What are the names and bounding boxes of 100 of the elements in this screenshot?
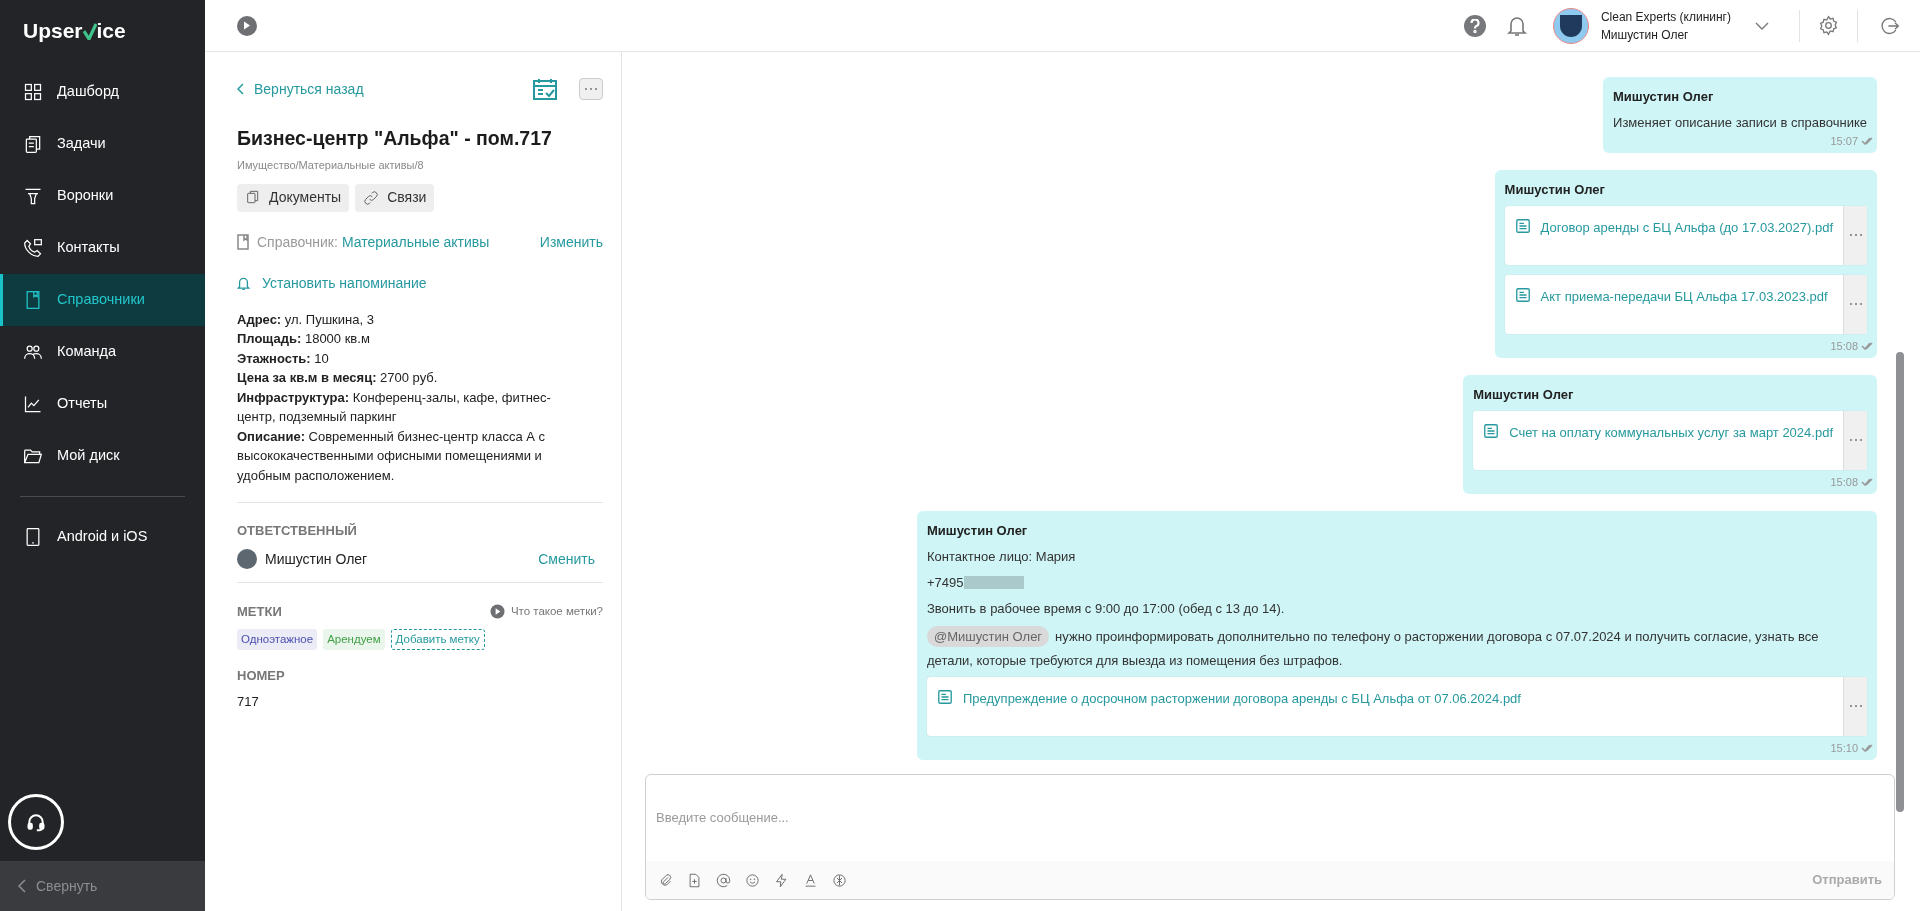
directory-label: Справочник: — [257, 232, 338, 252]
directory-link[interactable]: Материальные активы — [341, 231, 490, 253]
smiley-icon[interactable] — [745, 872, 760, 888]
tab-button[interactable]: Связи — [355, 183, 435, 212]
more-icon — [1848, 704, 1863, 708]
field-text: Цена за кв.м в месяц: 2700 руб. — [237, 369, 439, 388]
reminder-link[interactable]: Установить напоминание — [237, 272, 427, 294]
message-text: @Мишустин Олег нужно проинформировать дополнительно по телефону о расторжении договора с 07.07.2024 и получить согласие, узнать все детали, которые требуются для выезда из помещения без штрафов. — [927, 624, 1867, 673]
number-value: 717 — [237, 692, 260, 711]
file-link[interactable]: Предупреждение о досрочном расторжении договора аренды с БЦ Альфа от 07.06.2024.pdf — [963, 688, 1521, 708]
notification-bell-icon[interactable] — [1506, 14, 1527, 37]
phone-number: +7495 — [927, 573, 964, 592]
sidebar-item[interactable]: Отчеты — [0, 378, 205, 430]
more-icon — [1848, 438, 1863, 442]
line-chart-icon — [23, 394, 43, 414]
settings-icon[interactable] — [1818, 15, 1839, 36]
more-icon — [1848, 233, 1863, 237]
file-attachment[interactable]: Акт приема-передачи БЦ Альфа 17.03.2023.pdf — [1504, 274, 1867, 334]
add-tag-button[interactable]: Добавить метку — [390, 629, 485, 651]
company-name: Clean Experts (клининг) — [1600, 8, 1731, 26]
record-title: Бизнес-центр "Альфа" - пом.717 — [237, 126, 553, 151]
change-link[interactable]: Сменить — [538, 548, 595, 570]
play-icon — [489, 604, 505, 619]
chevron-left-icon — [237, 83, 244, 95]
field-text: Этажность: 10 — [237, 349, 330, 368]
section-heading: МЕТКИ — [237, 602, 282, 621]
phone-icon — [23, 238, 43, 258]
more-button[interactable] — [579, 78, 603, 100]
sidebar-item[interactable]: Команда — [0, 326, 205, 378]
text-format-icon[interactable] — [803, 872, 818, 888]
paperclip-icon[interactable] — [658, 872, 673, 888]
play-icon — [243, 21, 251, 30]
message-time: 15:08 — [1830, 474, 1858, 490]
headset-icon — [26, 812, 46, 832]
document-icon — [1514, 286, 1531, 303]
message-time: 15:07 — [1830, 133, 1858, 149]
help-link[interactable]: Что такое метки? — [489, 602, 603, 621]
help-icon[interactable] — [1463, 14, 1486, 37]
redacted-block — [963, 576, 1024, 589]
user-name: Мишустин Олег — [1600, 26, 1690, 44]
book-icon — [237, 234, 249, 251]
back-link[interactable]: Вернуться назад — [237, 78, 364, 100]
support-button[interactable] — [8, 794, 64, 850]
send-button[interactable]: Отправить — [1812, 870, 1882, 890]
chevron-down-icon[interactable] — [1755, 21, 1769, 30]
sidebar-item[interactable]: Контакты — [0, 222, 205, 274]
message-author: Мишустин Олег — [1473, 386, 1575, 404]
more-icon — [1848, 302, 1863, 306]
message-author: Мишустин Олег — [1504, 181, 1606, 199]
link-icon — [363, 189, 380, 206]
field-text: Инфраструктура: Конференц-залы, кафе, фитнес-центр, подземный паркинг — [237, 388, 552, 427]
check-mark-icon — [82, 22, 97, 40]
file-link[interactable]: Акт приема-передачи БЦ Альфа 17.03.2023.pdf — [1540, 286, 1828, 306]
sidebar-item[interactable]: Справочники — [0, 274, 205, 326]
lightning-icon[interactable] — [774, 872, 789, 888]
sidebar-item[interactable]: Android и iOS — [0, 511, 205, 563]
file-plus-icon[interactable] — [687, 872, 702, 888]
message-text: Изменяет описание записи в справочнике — [1613, 113, 1867, 132]
mention-tag[interactable]: @Мишустин Олег — [927, 625, 1050, 647]
message-time: 15:08 — [1830, 338, 1858, 354]
message-text: Контактное лицо: Мария — [927, 547, 1077, 566]
document-icon — [937, 688, 953, 705]
tab-button[interactable]: Документы — [237, 183, 350, 212]
logout-icon[interactable] — [1880, 15, 1900, 36]
message-author: Мишустин Олег — [927, 522, 1029, 540]
message-author: Мишустин Олег — [1613, 88, 1715, 106]
message-field[interactable]: Введите сообщение... Отправить — [645, 774, 1895, 900]
document-icon — [1514, 217, 1531, 234]
avatar — [237, 549, 257, 570]
field-text: Площадь: 18000 кв.м — [237, 330, 371, 349]
clipboard-icon — [23, 134, 43, 154]
file-link[interactable]: Счет на оплату коммунальных услуг за март 2024.pdf — [1509, 422, 1833, 442]
bell-icon — [237, 275, 250, 291]
file-attachment[interactable]: Предупреждение о досрочном расторжении договора аренды с БЦ Альфа от 07.06.2024.pdf — [927, 676, 1867, 736]
sidebar-item[interactable]: Задачи — [0, 118, 205, 170]
section-heading: НОМЕР — [237, 667, 286, 686]
responsible-name: Мишустин Олег — [265, 549, 368, 569]
calendar-check-icon[interactable] — [533, 78, 557, 100]
funnel-icon — [23, 186, 43, 206]
file-attachment[interactable]: Счет на оплату коммунальных услуг за март 2024.pdf — [1473, 410, 1867, 470]
sidebar-item[interactable]: Воронки — [0, 170, 205, 222]
section-heading: ОТВЕТСТВЕННЫЙ — [237, 522, 358, 541]
chevron-left-icon — [17, 879, 26, 893]
documents-icon — [245, 189, 261, 206]
play-button[interactable] — [237, 15, 257, 36]
file-link[interactable]: Договор аренды с БЦ Альфа (до 17.03.2027).pdf — [1540, 217, 1833, 237]
sidebar-item[interactable]: Дашборд — [0, 66, 205, 118]
field-text: Адрес: ул. Пушкина, 3 — [237, 310, 375, 329]
logo: Upser ice — [23, 18, 126, 45]
document-icon — [1483, 422, 1500, 439]
collapse-button[interactable]: Свернуть — [0, 861, 205, 911]
at-sign-icon[interactable] — [716, 872, 731, 888]
tag: Одноэтажное — [237, 629, 318, 651]
company-logo — [1552, 7, 1589, 44]
grid-icon — [23, 82, 43, 102]
field-text: Описание: Современный бизнес-центр класса А с высококачественными офисными помещениями и удобным расположением. — [237, 427, 546, 485]
sidebar-item[interactable]: Мой диск — [0, 430, 205, 482]
file-attachment[interactable]: Договор аренды с БЦ Альфа (до 17.03.2027).pdf — [1504, 205, 1867, 265]
change-link[interactable]: Изменить — [539, 231, 603, 253]
record-path: Имущество/Материальные активы/8 — [237, 158, 425, 174]
